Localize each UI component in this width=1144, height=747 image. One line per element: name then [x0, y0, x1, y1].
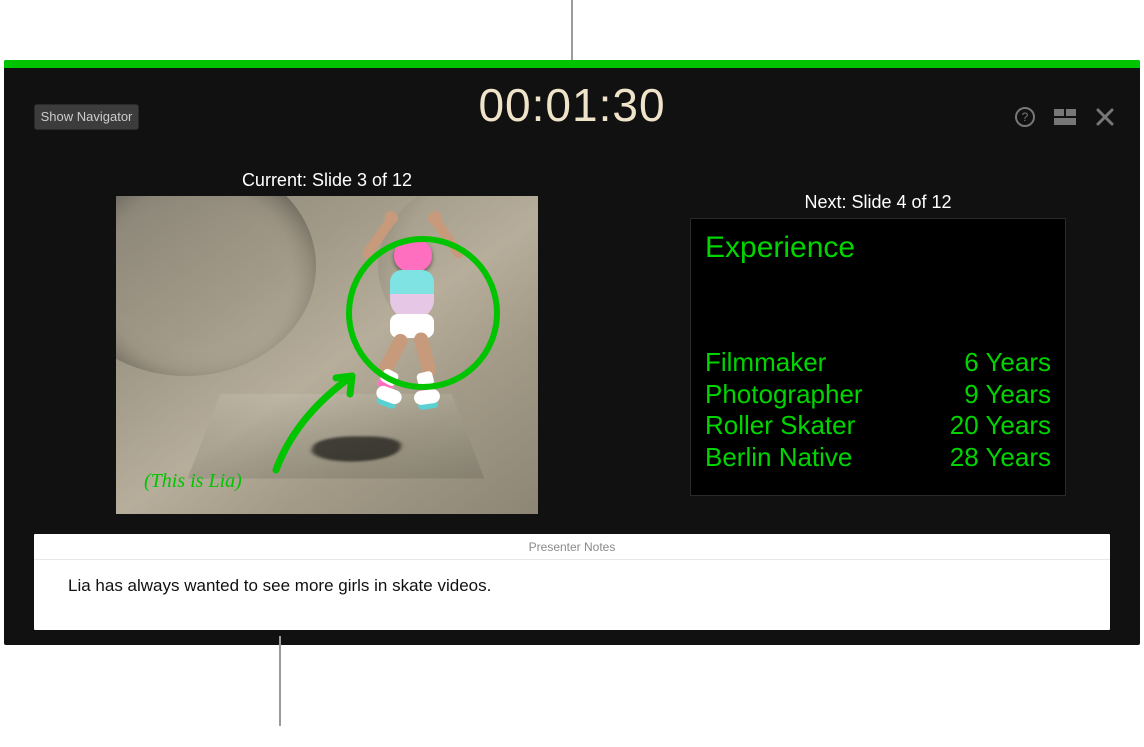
close-icon[interactable]: [1094, 106, 1116, 128]
list-item: Roller Skater20 Years: [705, 410, 1051, 442]
callout-tick-bottom: [279, 636, 281, 726]
experience-list: Filmmaker6 Years Photographer9 Years Rol…: [705, 347, 1051, 474]
elapsed-progress-bar: [4, 60, 1140, 68]
next-slide-label: Next: Slide 4 of 12: [690, 192, 1066, 213]
presenter-display: Show Navigator 00:01:30 ? Current: Slide…: [4, 60, 1140, 645]
list-item: Filmmaker6 Years: [705, 347, 1051, 379]
annotation-caption: (This is Lia): [144, 470, 242, 493]
presenter-notes-header: Presenter Notes: [34, 534, 1110, 560]
layout-icon[interactable]: [1054, 106, 1076, 128]
app-stage: Show Navigator 00:01:30 ? Current: Slide…: [0, 0, 1144, 747]
presenter-notes-panel: Presenter Notes Lia has always wanted to…: [34, 534, 1110, 630]
next-slide-title: Experience: [691, 219, 1065, 271]
elapsed-timer: 00:01:30: [4, 78, 1140, 132]
slide-photo: [116, 196, 538, 514]
current-slide-preview[interactable]: (This is Lia): [116, 196, 538, 514]
current-slide-label: Current: Slide 3 of 12: [116, 170, 538, 191]
presenter-notes-text[interactable]: Lia has always wanted to see more girls …: [34, 560, 1110, 630]
list-item: Photographer9 Years: [705, 379, 1051, 411]
help-icon[interactable]: ?: [1014, 106, 1036, 128]
top-right-controls: ?: [1014, 106, 1116, 128]
svg-text:?: ?: [1022, 110, 1029, 124]
next-slide-preview[interactable]: Experience Filmmaker6 Years Photographer…: [690, 218, 1066, 496]
list-item: Berlin Native28 Years: [705, 442, 1051, 474]
